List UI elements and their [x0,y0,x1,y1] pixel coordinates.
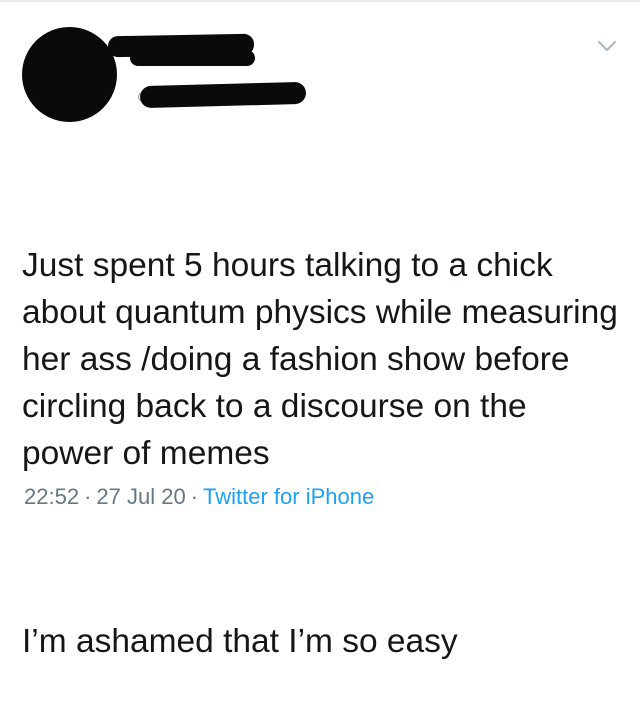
chevron-down-icon[interactable] [596,38,618,54]
tweet-text: Just spent 5 hours talking to a chick ab… [22,148,622,712]
handle-redaction [139,81,307,109]
tweet-metadata: 22:52 · 27 Jul 20 · Twitter for iPhone [24,482,374,512]
avatar[interactable] [22,27,117,122]
tweet-time[interactable]: 22:52 [24,484,79,509]
display-name-redaction-tail [130,50,255,66]
tweet-text-paragraph-2: I’m ashamed that I’m so easy [22,623,458,660]
top-divider [0,0,640,2]
tweet-source-link[interactable]: Twitter for iPhone [203,484,374,509]
tweet-text-paragraph-1: Just spent 5 hours talking to a chick ab… [22,247,628,472]
tweet-date[interactable]: 27 Jul 20 [96,484,185,509]
meta-separator: · [84,484,92,509]
meta-separator: · [190,484,199,509]
